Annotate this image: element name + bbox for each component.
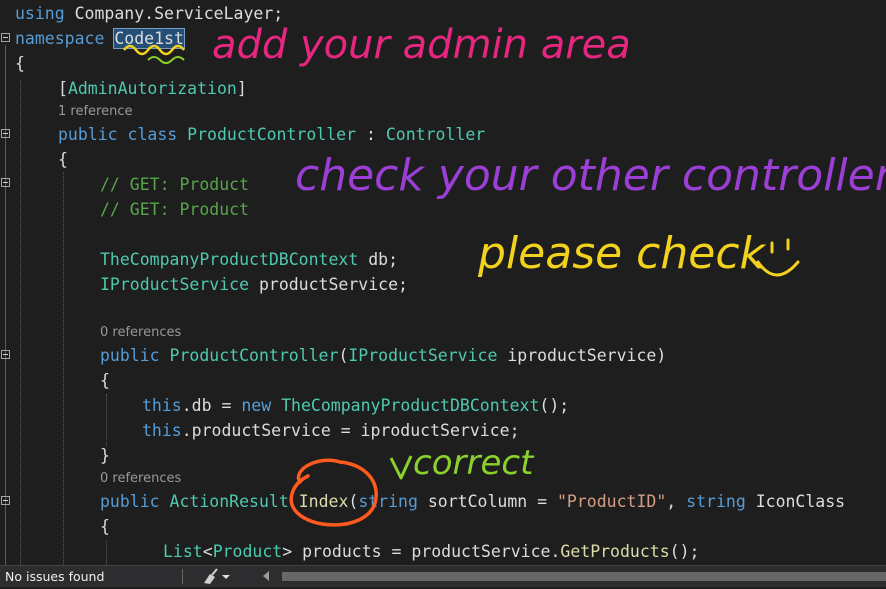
colon: : — [356, 125, 386, 144]
attribute-name: AdminAutorization — [67, 79, 237, 98]
code-line-class-declaration[interactable]: public class ProductController : Control… — [58, 122, 485, 147]
collapse-constructor-icon[interactable] — [1, 350, 10, 359]
code-line-namespace[interactable]: namespace Code1st — [15, 26, 185, 51]
code-line-brace[interactable]: } — [100, 443, 110, 468]
scroll-left-arrow-icon[interactable] — [263, 571, 269, 581]
class-name: ProductController — [187, 125, 357, 144]
generic-open: < — [202, 542, 213, 561]
param-type: IProductService — [348, 346, 498, 365]
paren: ( — [338, 346, 349, 365]
code-cleanup-button[interactable] — [200, 568, 240, 589]
call-end: (); — [539, 396, 570, 415]
param-name: iproductService) — [497, 346, 667, 365]
code-line-get-products[interactable]: List<Product> products = productService.… — [163, 539, 699, 564]
code-line-index-method[interactable]: public ActionResult Index(string sortCol… — [100, 489, 845, 514]
paren: ( — [348, 492, 359, 511]
keyword-class: class — [127, 125, 178, 144]
field-type: TheCompanyProductDBContext — [100, 250, 359, 269]
horizontal-scrollbar-thumb[interactable] — [282, 572, 886, 581]
comma: , — [666, 492, 687, 511]
param-type: string — [358, 492, 418, 511]
code-line-field-service[interactable]: IProductService productService; — [100, 272, 408, 297]
method-name: Index — [298, 492, 349, 511]
indent-guide — [63, 172, 64, 565]
assignment: .productService = iproductService; — [181, 421, 520, 440]
collapse-comments-icon[interactable] — [1, 178, 10, 187]
collapse-namespace-icon[interactable] — [1, 33, 10, 42]
brace: { — [15, 54, 25, 73]
member-access: .db = — [181, 396, 242, 415]
code-line-brace[interactable]: { — [58, 147, 68, 172]
keyword-namespace: namespace — [15, 29, 105, 48]
code-editor[interactable]: using Company.ServiceLayer; namespace Co… — [0, 0, 886, 565]
keyword-public: public — [58, 125, 118, 144]
brace: { — [58, 150, 68, 169]
keyword-this: this — [142, 396, 182, 415]
field-name: productService; — [249, 275, 408, 294]
code-line-using[interactable]: using Company.ServiceLayer; — [15, 1, 283, 26]
code-line-comment[interactable]: // GET: Product — [100, 197, 249, 222]
comment: // GET: Product — [100, 175, 250, 194]
code-line-brace[interactable]: { — [15, 51, 25, 76]
keyword-public: public — [100, 346, 160, 365]
generic-type: Product — [212, 542, 283, 561]
status-divider — [182, 569, 183, 584]
base-class: Controller — [385, 125, 486, 144]
type-name: TheCompanyProductDBContext — [281, 396, 540, 415]
brace: { — [100, 517, 110, 536]
code-line-comment[interactable]: // GET: Product — [100, 172, 249, 197]
codelens-references[interactable]: 1 reference — [58, 104, 132, 120]
codelens-references[interactable]: 0 references — [100, 325, 181, 341]
param-name: IconClass — [745, 492, 846, 511]
param-name: sortColumn = — [417, 492, 557, 511]
status-bar: No issues found — [0, 565, 886, 587]
param-type: string — [686, 492, 746, 511]
comment: // GET: Product — [100, 200, 250, 219]
code-line-assign-db[interactable]: this.db = new TheCompanyProductDBContext… — [142, 393, 569, 418]
broom-icon — [204, 568, 230, 584]
namespace-ref: Company.ServiceLayer; — [64, 4, 284, 23]
return-type: ActionResult — [169, 492, 289, 511]
code-line-assign-service[interactable]: this.productService = iproductService; — [142, 418, 520, 443]
keyword-using: using — [15, 4, 65, 23]
field-name: db; — [358, 250, 399, 269]
keyword-new: new — [241, 396, 272, 415]
collapse-class-icon[interactable] — [1, 129, 10, 138]
indent-guide — [106, 394, 107, 446]
outline-bar — [5, 45, 6, 565]
constructor-name: ProductController — [169, 346, 339, 365]
codelens-references[interactable]: 0 references — [100, 471, 181, 487]
call-end: (); — [669, 542, 700, 561]
issues-status[interactable]: No issues found — [5, 569, 104, 584]
namespace-name-selected[interactable]: Code1st — [113, 28, 185, 49]
method-call: GetProducts — [560, 542, 670, 561]
code-line-brace[interactable]: { — [100, 514, 110, 539]
collapse-index-method-icon[interactable] — [1, 496, 10, 505]
field-type: IProductService — [100, 275, 250, 294]
brace: { — [100, 371, 110, 390]
code-line-brace[interactable]: { — [100, 368, 110, 393]
string-literal: "ProductID" — [557, 492, 667, 511]
indent-guide — [106, 540, 107, 565]
indent-guide — [20, 80, 21, 565]
keyword-public: public — [100, 492, 160, 511]
code-line-attribute[interactable]: [AdminAutorization] — [58, 76, 247, 101]
keyword-this: this — [142, 421, 182, 440]
code-line-constructor[interactable]: public ProductController(IProductService… — [100, 343, 666, 368]
code-line-field-db[interactable]: TheCompanyProductDBContext db; — [100, 247, 398, 272]
brace: } — [100, 446, 110, 465]
statement: > products = productService. — [282, 542, 561, 561]
dropdown-arrow-icon — [222, 575, 230, 579]
type-name: List — [163, 542, 203, 561]
